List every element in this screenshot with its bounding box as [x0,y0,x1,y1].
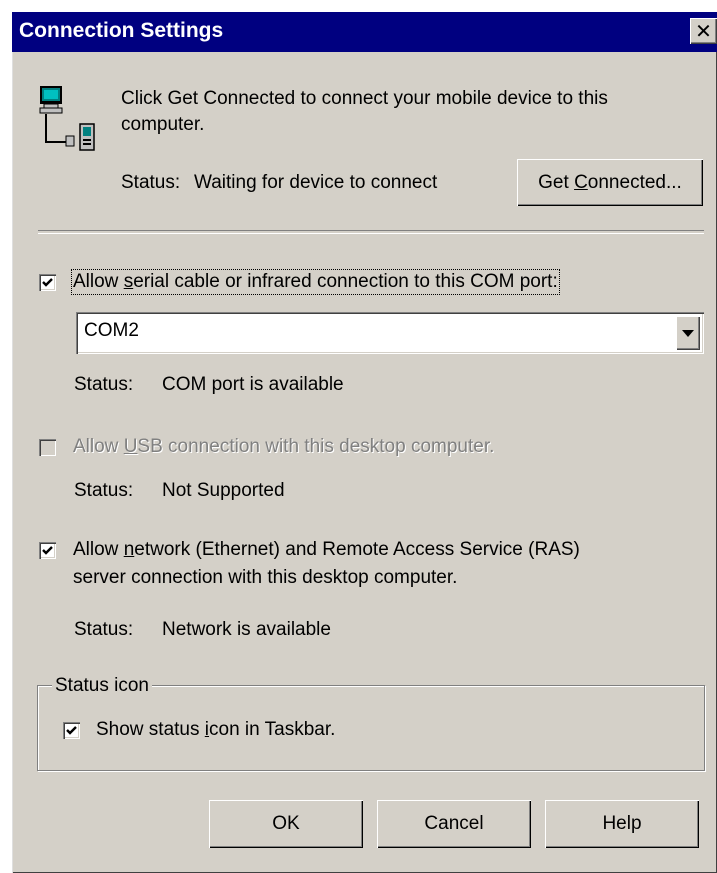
serial-checkbox[interactable] [39,274,56,291]
network-checkbox-label-line1[interactable]: Allow network (Ethernet) and Remote Acce… [73,539,580,561]
ok-button[interactable]: OK [209,800,363,848]
connection-settings-dialog: Connection Settings ✕ Click Get Connecte… [12,12,717,873]
intro-message-line1: Click Get Connected to connect your mobi… [121,88,608,109]
network-checkbox-label-line2[interactable]: server connection with this desktop comp… [73,567,457,589]
serial-status-value: COM port is available [162,374,344,395]
show-status-icon-checkbox[interactable] [63,722,80,739]
usb-checkbox-label[interactable]: Allow USB connection with this desktop c… [73,436,494,458]
com-port-value: COM2 [80,316,674,346]
usb-checkbox[interactable] [39,439,56,456]
usb-status-value: Not Supported [162,480,285,501]
window-title: Connection Settings [19,19,224,42]
chevron-down-icon [682,330,694,337]
title-bar[interactable]: Connection Settings ✕ [12,12,717,52]
close-button[interactable]: ✕ [690,18,717,44]
close-icon: ✕ [695,19,712,43]
computer-device-connection-icon [38,84,98,154]
intro-message-line2: computer. [121,114,205,135]
network-status-value: Network is available [162,619,331,640]
dropdown-button[interactable] [676,316,700,350]
serial-status-label: Status: [74,374,134,395]
connection-status-label: Status: [121,172,181,193]
cancel-button[interactable]: Cancel [377,800,531,848]
network-status-label: Status: [74,619,134,640]
show-status-icon-label[interactable]: Show status icon in Taskbar. [96,719,335,741]
serial-checkbox-label[interactable]: Allow serial cable or infrared connectio… [71,269,560,295]
network-checkbox[interactable] [39,542,56,559]
usb-status-label: Status: [74,480,134,501]
help-button[interactable]: Help [545,800,699,848]
checkmark-icon [42,278,53,287]
checkmark-icon [66,726,77,735]
connection-status-value: Waiting for device to connect [194,172,438,193]
get-connected-button[interactable]: Get Connected... [517,159,703,206]
separator [38,230,704,234]
com-port-select[interactable]: COM2 [76,312,704,354]
status-icon-group-title: Status icon [52,675,152,697]
checkmark-icon [42,546,53,555]
get-connected-label: Get Connected... [538,171,682,193]
